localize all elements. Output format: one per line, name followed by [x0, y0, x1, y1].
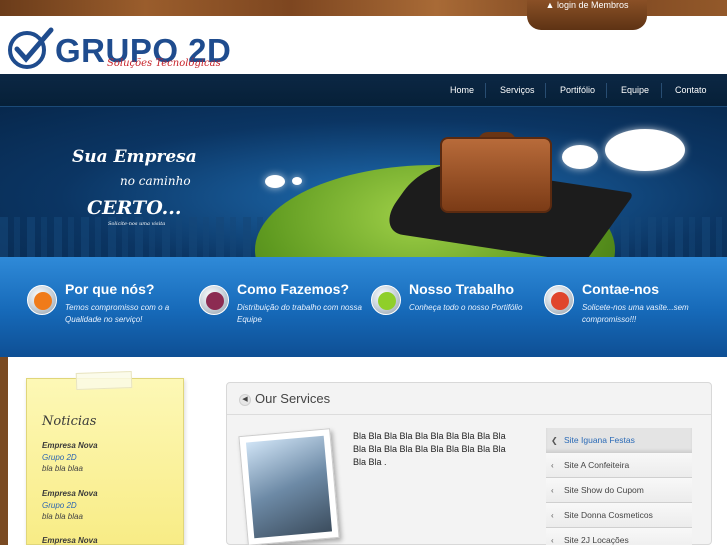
hero-line-3: CERTO... — [87, 197, 182, 219]
nav-separator — [485, 83, 486, 98]
service-item[interactable]: ❮ Site Iguana Festas — [546, 428, 692, 453]
building-image — [245, 435, 333, 539]
service-item[interactable]: ‹ Site Show do Cupom — [546, 478, 692, 503]
nav-equipe[interactable]: Equipe — [621, 85, 649, 95]
news-item-desc: bla bla blaa — [42, 512, 83, 522]
feature-title[interactable]: Contae-nos — [582, 281, 659, 297]
nav-separator — [661, 83, 662, 98]
hero-line-4[interactable]: Solicite-nos uma visita — [108, 221, 165, 227]
hero-line-2: no caminho — [120, 174, 191, 188]
logo[interactable]: GRUPO 2D Soluções Tecnológicas — [7, 20, 257, 72]
tape-decoration — [75, 371, 133, 390]
pen-icon — [199, 285, 229, 315]
feature-title[interactable]: Por que nós? — [65, 281, 154, 297]
nav-separator — [545, 83, 546, 98]
news-item-title[interactable]: Empresa Nova — [42, 488, 98, 500]
building-photo[interactable] — [238, 428, 340, 545]
nav-home[interactable]: Home — [450, 85, 474, 95]
cloud-large — [605, 129, 685, 171]
feature-title[interactable]: Como Fazemos? — [237, 281, 349, 297]
nav-contato[interactable]: Contato — [675, 85, 707, 95]
news-item[interactable]: Empresa Nova — [42, 535, 98, 545]
chevron-left-icon: ‹ — [551, 536, 554, 545]
news-item[interactable]: Empresa Nova Grupo 2D bla bla blaa — [42, 440, 98, 475]
phone-icon — [544, 285, 574, 315]
news-title: Noticias — [42, 414, 97, 429]
services-list: ❮ Site Iguana Festas ‹ Site A Confeiteira … — [546, 428, 692, 545]
hero-line-1: Sua Empresa — [72, 147, 197, 167]
login-label[interactable]: login de Membros — [557, 0, 629, 24]
service-item-label[interactable]: Site Iguana Festas — [564, 435, 635, 445]
cloud-medium — [562, 145, 598, 169]
news-item-title[interactable]: Empresa Nova — [42, 440, 98, 452]
briefcase-icon — [440, 137, 552, 213]
cloud-small — [265, 175, 285, 188]
check-icon — [27, 285, 57, 315]
nav-servicos[interactable]: Serviços — [500, 85, 535, 95]
checkmark-logo-icon — [8, 27, 54, 69]
hero-banner: Sua Empresa no caminho CERTO... Solicite… — [0, 107, 727, 257]
main-nav: Home Serviços Portifólio Equipe Contato — [0, 74, 727, 107]
arrow-up-icon: ▲ — [545, 0, 555, 10]
features-band: Por que nós? Temos compromisso com o a Q… — [0, 257, 727, 357]
chevron-left-icon: ‹ — [551, 461, 554, 470]
arrow-left-icon: ◀ — [239, 394, 251, 406]
news-item-desc: bla bla blaa — [42, 464, 83, 474]
nav-portifolio[interactable]: Portifólio — [560, 85, 595, 95]
feature-text: Solicete-nos uma vasite...sem compromiss… — [582, 303, 689, 325]
play-icon — [371, 285, 401, 315]
feature-text: Conheça todo o nosso Portifólio — [409, 303, 523, 312]
news-panel: Noticias Empresa Nova Grupo 2D bla bla b… — [26, 378, 184, 545]
services-text: Bla Bla Bla Bla Bla Bla Bla Bla Bla Bla … — [353, 431, 506, 468]
chevron-left-icon: ‹ — [551, 486, 554, 495]
service-item-label[interactable]: Site A Confeiteira — [564, 460, 629, 470]
news-item-subtitle[interactable]: Grupo 2D — [42, 500, 98, 512]
news-item[interactable]: Empresa Nova Grupo 2D bla bla blaa — [42, 488, 98, 523]
feature-text: Temos compromisso com o a Qualidade no s… — [65, 303, 170, 325]
feature-text: Distribuição do trabalho com nossa Equip… — [237, 303, 362, 325]
login-tab[interactable]: ▲ login de Membros — [527, 0, 647, 30]
service-item-label[interactable]: Site Donna Cosmeticos — [564, 510, 653, 520]
feature-title[interactable]: Nosso Trabalho — [409, 281, 514, 297]
news-item-title[interactable]: Empresa Nova — [42, 535, 98, 545]
service-item[interactable]: ‹ Site Donna Cosmeticos — [546, 503, 692, 528]
nav-separator — [606, 83, 607, 98]
service-item-label[interactable]: Site 2J Locações — [564, 535, 629, 545]
cloud-tiny — [292, 177, 302, 185]
service-item[interactable]: ‹ Site 2J Locações — [546, 528, 692, 545]
chevron-left-icon: ❮ — [551, 436, 558, 445]
logo-subtitle: Soluções Tecnológicas — [107, 58, 221, 69]
divider — [227, 414, 711, 415]
service-item-label[interactable]: Site Show do Cupom — [564, 485, 644, 495]
chevron-left-icon: ‹ — [551, 511, 554, 520]
news-item-subtitle[interactable]: Grupo 2D — [42, 452, 98, 464]
services-title: Our Services — [255, 391, 331, 406]
service-item[interactable]: ‹ Site A Confeiteira — [546, 453, 692, 478]
